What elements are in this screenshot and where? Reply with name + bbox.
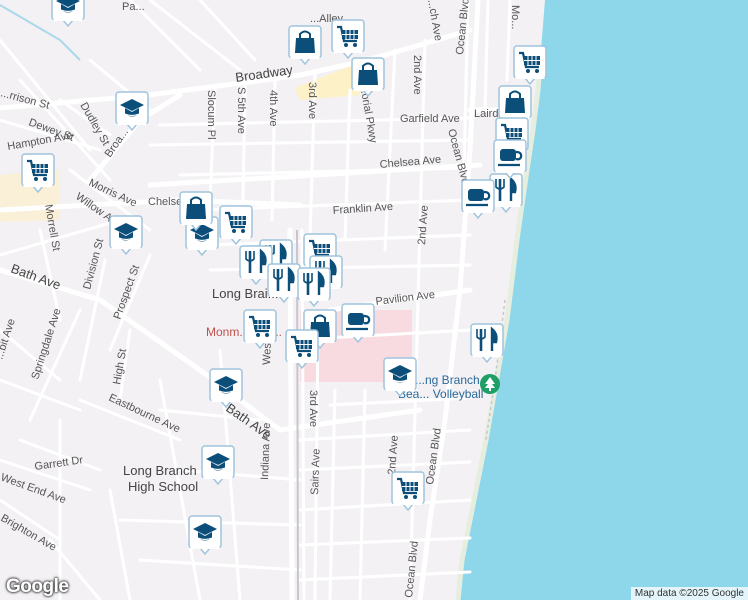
street-label-laird: Laird (474, 108, 498, 120)
park-marker[interactable] (480, 374, 500, 394)
place-label-volleyball-1: ...ng Branch (415, 373, 480, 387)
street-label-slocum-pl: Slocum Pl (205, 90, 217, 140)
street-label-garfield-ave: Garfield Ave (400, 113, 460, 125)
restaurant-marker[interactable] (489, 173, 523, 213)
school-marker[interactable] (383, 357, 417, 397)
map-canvas[interactable]: Broadway Ocean Blvd Ocean Blvd Ocean Blv… (0, 0, 748, 600)
grocery-marker[interactable] (391, 471, 425, 511)
school-marker[interactable] (188, 515, 222, 555)
school-marker[interactable] (209, 368, 243, 408)
grocery-marker[interactable] (513, 45, 547, 85)
school-marker[interactable] (109, 215, 143, 255)
grocery-marker[interactable] (21, 153, 55, 193)
restaurant-marker[interactable] (470, 323, 504, 363)
shopping-marker[interactable] (179, 191, 213, 231)
cafe-marker[interactable] (493, 139, 527, 179)
street-label-pa: Pa... (122, 1, 145, 13)
grocery-marker[interactable] (285, 329, 319, 369)
school-marker[interactable] (115, 91, 149, 131)
street-label-s-5th-ave: S 5th Ave (235, 87, 247, 134)
cafe-marker[interactable] (461, 179, 495, 219)
restaurant-marker[interactable] (239, 245, 273, 285)
school-marker[interactable] (201, 445, 235, 485)
map-attribution[interactable]: Map data ©2025 Google (630, 587, 748, 600)
street-label-3rd-ave-n: 3rd Ave (306, 82, 318, 119)
street-label-2nd-ave-n: 2nd Ave (411, 55, 423, 95)
street-label-mo: Mo... (509, 5, 521, 29)
shopping-marker[interactable] (351, 57, 385, 97)
grocery-marker[interactable] (219, 205, 253, 245)
street-label-3rd-ave-s: 3rd Ave (307, 390, 319, 427)
place-label-high-school-1: Long Branch (123, 463, 197, 478)
street-label-indiana-ave: Indiana Ave (259, 422, 273, 480)
grocery-marker[interactable] (243, 309, 277, 349)
place-label-high-school-2: High School (128, 479, 198, 494)
cafe-marker[interactable] (341, 303, 375, 343)
google-logo: Google (6, 576, 69, 597)
shopping-marker[interactable] (288, 25, 322, 65)
restaurant-marker[interactable] (267, 263, 301, 303)
street-label-4th-ave: 4th Ave (267, 90, 279, 127)
restaurant-marker[interactable] (297, 267, 331, 307)
grocery-marker[interactable] (331, 19, 365, 59)
street-label-sairs-ave: Sairs Ave (309, 448, 323, 495)
